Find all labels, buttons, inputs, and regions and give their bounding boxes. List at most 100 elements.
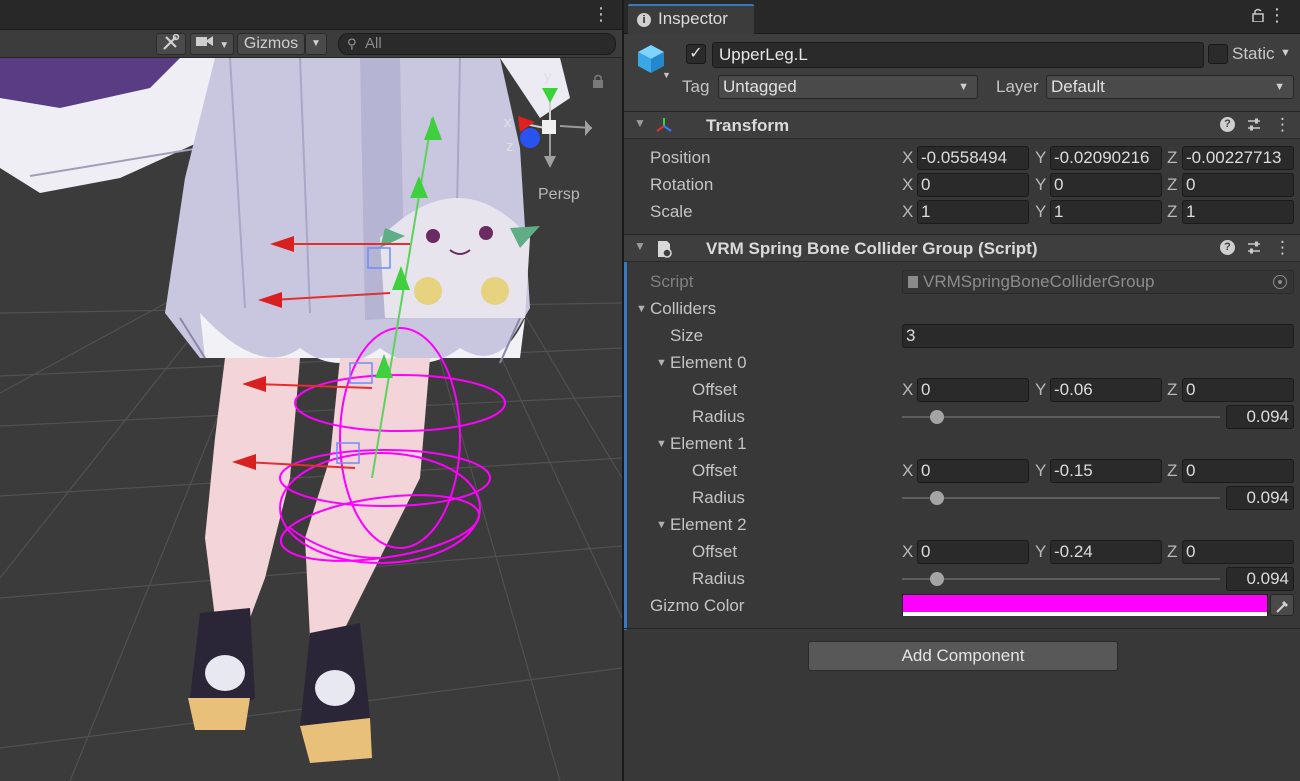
component-more-icon[interactable]: ⋮: [1274, 239, 1291, 256]
fold-triangle-icon[interactable]: ▼: [634, 116, 646, 130]
scale-x-field[interactable]: 1: [917, 200, 1029, 224]
element-1-radius-field[interactable]: 0.094: [1226, 486, 1294, 510]
rotation-y-label[interactable]: Y: [1035, 173, 1046, 197]
element-0-radius-slider[interactable]: [902, 416, 1220, 418]
position-z-field[interactable]: -0.00227713: [1182, 146, 1294, 170]
gameobject-icon-dropdown-icon[interactable]: ▼: [662, 70, 671, 80]
colliders-label[interactable]: Colliders: [650, 297, 716, 321]
layer-dropdown[interactable]: Default ▼: [1046, 75, 1294, 99]
element-1-offset-z-field[interactable]: 0: [1182, 459, 1294, 483]
element-1-x-label[interactable]: X: [902, 459, 913, 483]
element-2-y-label[interactable]: Y: [1035, 540, 1046, 564]
gizmos-button[interactable]: Gizmos: [237, 33, 305, 55]
scene-toolbar: ▼ Gizmos ▼ ⚲ All: [0, 30, 622, 58]
colliders-fold-icon[interactable]: ▼: [636, 297, 647, 321]
element-fold-icon[interactable]: ▼: [656, 513, 667, 537]
element-1-y-label[interactable]: Y: [1035, 459, 1046, 483]
object-picker-icon[interactable]: [1273, 275, 1287, 289]
collider-group-header[interactable]: ▼ VRM Spring Bone Collider Group (Script…: [624, 234, 1300, 262]
element-0-offset-label: Offset: [692, 380, 738, 399]
position-x-field[interactable]: -0.0558494: [917, 146, 1029, 170]
gizmos-dropdown-icon[interactable]: ▼: [305, 33, 327, 55]
scene-view[interactable]: ⋮ ▼ Gizmos ▼ ⚲ All y x z Persp: [0, 0, 622, 781]
element-0-z-label[interactable]: Z: [1167, 378, 1177, 402]
element-0-radius-slider-thumb[interactable]: [930, 410, 944, 424]
element-0-offset-y-field[interactable]: -0.06: [1050, 378, 1162, 402]
element-2-label[interactable]: Element 2: [670, 513, 747, 537]
element-1-radius-slider[interactable]: [902, 497, 1220, 499]
gizmo-color-alpha-bar: [903, 612, 1267, 616]
element-2-offset-x-field[interactable]: 0: [917, 540, 1029, 564]
scale-x-label[interactable]: X: [902, 200, 913, 224]
rotation-label: Rotation: [650, 175, 714, 194]
camera-icon: [195, 34, 215, 54]
inspector-more-icon[interactable]: ⋮: [1268, 6, 1286, 24]
element-0-y-label[interactable]: Y: [1035, 378, 1046, 402]
scale-y-label[interactable]: Y: [1035, 200, 1046, 224]
element-2-offset-y-field[interactable]: -0.24: [1050, 540, 1162, 564]
help-icon[interactable]: ?: [1220, 117, 1235, 132]
fold-triangle-icon[interactable]: ▼: [634, 239, 646, 253]
transform-header[interactable]: ▼ Transform ? ⋮: [624, 111, 1300, 139]
element-0-x-label[interactable]: X: [902, 378, 913, 402]
element-0-radius-field[interactable]: 0.094: [1226, 405, 1294, 429]
static-dropdown-icon[interactable]: ▼: [1280, 47, 1291, 59]
tag-dropdown[interactable]: Untagged ▼: [718, 75, 978, 99]
element-1-offset-y-field[interactable]: -0.15: [1050, 459, 1162, 483]
position-z-label[interactable]: Z: [1167, 146, 1177, 170]
element-2-radius-field[interactable]: 0.094: [1226, 567, 1294, 591]
selected-component-accent: [624, 236, 627, 630]
element-0-label[interactable]: Element 0: [670, 351, 747, 375]
eyedropper-button[interactable]: [1270, 594, 1294, 616]
scene-more-icon[interactable]: ⋮: [592, 5, 610, 23]
scale-z-label[interactable]: Z: [1167, 200, 1177, 224]
gizmo-lock-icon[interactable]: [592, 74, 604, 93]
element-1-offset-label: Offset: [692, 461, 738, 480]
script-field[interactable]: VRMSpringBoneColliderGroup: [902, 270, 1294, 294]
projection-label[interactable]: Persp: [538, 186, 580, 204]
element-1-label[interactable]: Element 1: [670, 432, 747, 456]
element-2-offset-z-field[interactable]: 0: [1182, 540, 1294, 564]
rotation-y-field[interactable]: 0: [1050, 173, 1162, 197]
element-1-offset-x-field[interactable]: 0: [917, 459, 1029, 483]
add-component-button[interactable]: Add Component: [808, 641, 1118, 671]
element-2-radius-slider-thumb[interactable]: [930, 572, 944, 586]
tools-icon[interactable]: [156, 33, 186, 55]
tab-inspector[interactable]: i Inspector: [628, 4, 754, 34]
element-2-z-label[interactable]: Z: [1167, 540, 1177, 564]
rotation-z-field[interactable]: 0: [1182, 173, 1294, 197]
scene-search-input[interactable]: ⚲ All: [338, 33, 616, 55]
collider-group-title: VRM Spring Bone Collider Group (Script): [706, 239, 1038, 258]
position-y-label[interactable]: Y: [1035, 146, 1046, 170]
size-label: Size: [670, 326, 704, 345]
element-fold-icon[interactable]: ▼: [656, 351, 667, 375]
position-y-field[interactable]: -0.02090216: [1050, 146, 1162, 170]
static-checkbox[interactable]: [1208, 44, 1228, 64]
element-2-x-label[interactable]: X: [902, 540, 913, 564]
element-1-z-label[interactable]: Z: [1167, 459, 1177, 483]
element-0-offset-z-field[interactable]: 0: [1182, 378, 1294, 402]
scale-y-field[interactable]: 1: [1050, 200, 1162, 224]
inspector-tab-bar: i Inspector ⋮: [624, 0, 1300, 34]
element-1-radius-slider-thumb[interactable]: [930, 491, 944, 505]
help-icon[interactable]: ?: [1220, 240, 1235, 255]
rotation-z-label[interactable]: Z: [1167, 173, 1177, 197]
scale-z-field[interactable]: 1: [1182, 200, 1294, 224]
lock-icon[interactable]: [1252, 8, 1264, 23]
camera-dropdown[interactable]: ▼: [190, 33, 234, 55]
element-2-radius-slider[interactable]: [902, 578, 1220, 580]
rotation-x-field[interactable]: 0: [917, 173, 1029, 197]
component-more-icon[interactable]: ⋮: [1274, 116, 1291, 133]
element-fold-icon[interactable]: ▼: [656, 432, 667, 456]
gameobject-active-checkbox[interactable]: ✓: [686, 44, 706, 64]
rotation-x-label[interactable]: X: [902, 173, 913, 197]
element-0-offset-x-field[interactable]: 0: [917, 378, 1029, 402]
presets-icon[interactable]: [1246, 240, 1262, 256]
position-x-label[interactable]: X: [902, 146, 913, 170]
presets-icon[interactable]: [1246, 117, 1262, 133]
size-field[interactable]: 3: [902, 324, 1294, 348]
scene-viewport[interactable]: y x z Persp: [0, 58, 622, 781]
gameobject-name-field[interactable]: UpperLeg.L: [712, 42, 1204, 68]
element-0-radius-label: Radius: [692, 407, 745, 426]
transform-icon: [654, 116, 674, 136]
